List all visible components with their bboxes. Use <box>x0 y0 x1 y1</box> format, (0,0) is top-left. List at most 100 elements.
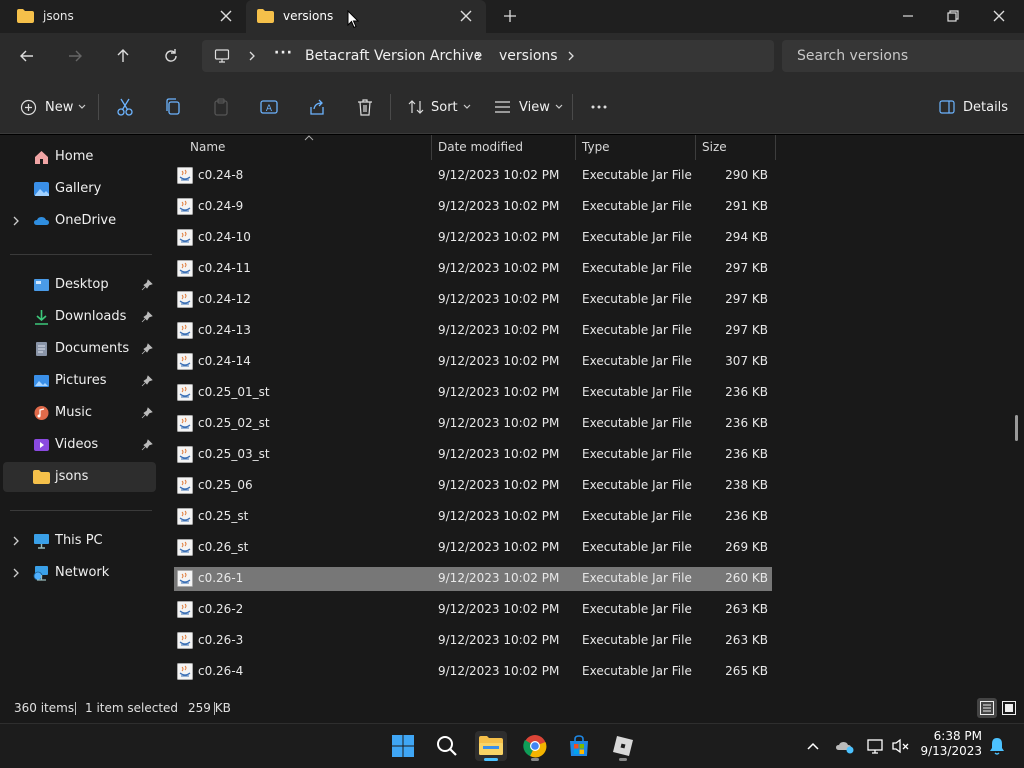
chevron-right-icon[interactable] <box>246 50 258 62</box>
taskbar-search-button[interactable] <box>431 731 463 761</box>
details-view-toggle[interactable] <box>977 698 997 718</box>
volume-muted-icon[interactable] <box>891 736 911 756</box>
file-name: c0.25_03_st <box>198 447 270 461</box>
sidebar-item-desktop[interactable]: Desktop <box>3 270 156 300</box>
file-type: Executable Jar File <box>582 478 692 492</box>
file-row[interactable]: c0.26-1 9/12/2023 10:02 PM Executable Jar … <box>174 567 772 591</box>
restore-icon[interactable] <box>943 6 963 26</box>
pin-icon[interactable] <box>141 343 153 355</box>
file-row[interactable]: c0.26-3 9/12/2023 10:02 PM Executable Jar … <box>174 629 772 653</box>
notification-bell-icon[interactable] <box>987 736 1007 756</box>
chevron-right-icon[interactable] <box>11 567 21 579</box>
chevron-up-icon[interactable] <box>803 736 823 756</box>
file-row[interactable]: c0.24-14 9/12/2023 10:02 PM Executable Jar… <box>174 350 772 374</box>
file-row[interactable]: c0.26-2 9/12/2023 10:02 PM Executable Jar … <box>174 598 772 622</box>
taskbar-start-button[interactable] <box>387 731 419 761</box>
taskbar-microsoft-store[interactable] <box>563 731 595 761</box>
new-tab-icon[interactable] <box>502 8 518 24</box>
more-locations-icon[interactable]: ··· <box>274 45 293 61</box>
file-row[interactable]: c0.26-4 9/12/2023 10:02 PM Executable Jar … <box>174 660 772 684</box>
copy-icon[interactable] <box>164 97 182 117</box>
vertical-scrollbar[interactable] <box>1015 415 1018 441</box>
close-icon[interactable] <box>218 8 234 24</box>
refresh-icon[interactable] <box>161 46 181 66</box>
up-icon[interactable] <box>113 46 133 66</box>
file-row[interactable]: c0.25_01_st 9/12/2023 10:02 PM Executable … <box>174 381 772 405</box>
onedrive-tray-icon[interactable] <box>835 736 855 756</box>
file-row[interactable]: c0.24-8 9/12/2023 10:02 PM Executable Jar … <box>174 164 772 188</box>
column-divider[interactable] <box>431 135 432 160</box>
column-divider[interactable] <box>695 135 696 160</box>
column-header-date[interactable]: Date modified <box>438 140 523 154</box>
file-row[interactable]: c0.24-11 9/12/2023 10:02 PM Executable Jar… <box>174 257 772 281</box>
taskbar-roblox[interactable] <box>607 731 639 761</box>
pin-icon[interactable] <box>141 279 153 291</box>
chevron-right-icon[interactable] <box>472 50 484 62</box>
column-divider[interactable] <box>775 135 776 160</box>
network-tray-icon[interactable] <box>866 736 886 756</box>
file-row[interactable]: c0.24-9 9/12/2023 10:02 PM Executable Jar … <box>174 195 772 219</box>
taskbar-chrome[interactable] <box>519 731 551 761</box>
file-row[interactable]: c0.24-12 9/12/2023 10:02 PM Executable Jar… <box>174 288 772 312</box>
sidebar-item-gallery[interactable]: Gallery <box>3 174 156 204</box>
chevron-right-icon[interactable] <box>565 50 577 62</box>
sidebar-item-downloads[interactable]: Downloads <box>3 302 156 332</box>
new-button[interactable]: New <box>20 97 86 117</box>
column-header-type[interactable]: Type <box>582 140 610 154</box>
address-bar[interactable]: ··· Betacraft Version Archive versions <box>202 40 774 72</box>
file-row[interactable]: c0.25_03_st 9/12/2023 10:02 PM Executable … <box>174 443 772 467</box>
tiles-view-toggle[interactable] <box>999 698 1019 718</box>
search-input[interactable]: Search versions <box>782 40 1024 72</box>
paste-icon[interactable] <box>212 97 230 117</box>
file-name: c0.24-14 <box>198 354 251 368</box>
folder-icon <box>33 470 50 484</box>
breadcrumb-item[interactable]: versions <box>499 48 558 64</box>
file-row[interactable]: c0.24-13 9/12/2023 10:02 PM Executable Jar… <box>174 319 772 343</box>
file-row[interactable]: c0.25_st 9/12/2023 10:02 PM Executable Jar… <box>174 505 772 529</box>
sidebar-item-onedrive[interactable]: OneDrive <box>3 206 156 236</box>
tab-jsons[interactable]: jsons <box>0 0 246 33</box>
delete-icon[interactable] <box>356 97 374 117</box>
forward-icon[interactable] <box>65 46 85 66</box>
sort-button[interactable]: Sort <box>407 97 471 117</box>
pin-icon[interactable] <box>141 375 153 387</box>
more-options-icon[interactable] <box>590 97 608 117</box>
close-icon[interactable] <box>458 8 474 24</box>
file-size: 297 KB <box>725 261 768 275</box>
share-icon[interactable] <box>308 97 326 117</box>
column-header-name[interactable]: Name <box>190 140 225 154</box>
file-name: c0.24-11 <box>198 261 251 275</box>
tab-versions[interactable]: versions <box>246 0 486 33</box>
clock[interactable]: 6:38 PM 9/13/2023 <box>912 729 982 759</box>
rename-icon[interactable]: A <box>260 97 278 117</box>
column-header-size[interactable]: Size <box>702 140 727 154</box>
sidebar-item-music[interactable]: Music <box>3 398 156 428</box>
taskbar-file-explorer[interactable] <box>475 731 507 761</box>
sidebar-item-jsons[interactable]: jsons <box>3 462 156 492</box>
pin-icon[interactable] <box>141 311 153 323</box>
sidebar-item-home[interactable]: Home <box>3 142 156 172</box>
close-window-icon[interactable] <box>989 6 1009 26</box>
computer-icon[interactable] <box>214 48 230 64</box>
sidebar-item-network[interactable]: Network <box>3 558 156 588</box>
sidebar-item-pictures[interactable]: Pictures <box>3 366 156 396</box>
file-row[interactable]: c0.26_st 9/12/2023 10:02 PM Executable Jar… <box>174 536 772 560</box>
jar-file-icon <box>177 322 193 339</box>
chevron-right-icon[interactable] <box>11 535 21 547</box>
view-button[interactable]: View <box>494 97 563 117</box>
pin-icon[interactable] <box>141 407 153 419</box>
breadcrumb-item[interactable]: Betacraft Version Archive <box>305 48 482 64</box>
back-icon[interactable] <box>17 46 37 66</box>
file-row[interactable]: c0.25_06 9/12/2023 10:02 PM Executable Jar… <box>174 474 772 498</box>
sidebar-item-videos[interactable]: Videos <box>3 430 156 460</box>
pin-icon[interactable] <box>141 439 153 451</box>
cut-icon[interactable] <box>116 97 134 117</box>
minimize-icon[interactable] <box>898 6 918 26</box>
chevron-right-icon[interactable] <box>11 215 21 227</box>
column-divider[interactable] <box>575 135 576 160</box>
details-button[interactable]: Details <box>939 97 1008 117</box>
file-row[interactable]: c0.25_02_st 9/12/2023 10:02 PM Executable … <box>174 412 772 436</box>
sidebar-item-this-pc[interactable]: This PC <box>3 526 156 556</box>
sidebar-item-documents[interactable]: Documents <box>3 334 156 364</box>
file-row[interactable]: c0.24-10 9/12/2023 10:02 PM Executable Jar… <box>174 226 772 250</box>
